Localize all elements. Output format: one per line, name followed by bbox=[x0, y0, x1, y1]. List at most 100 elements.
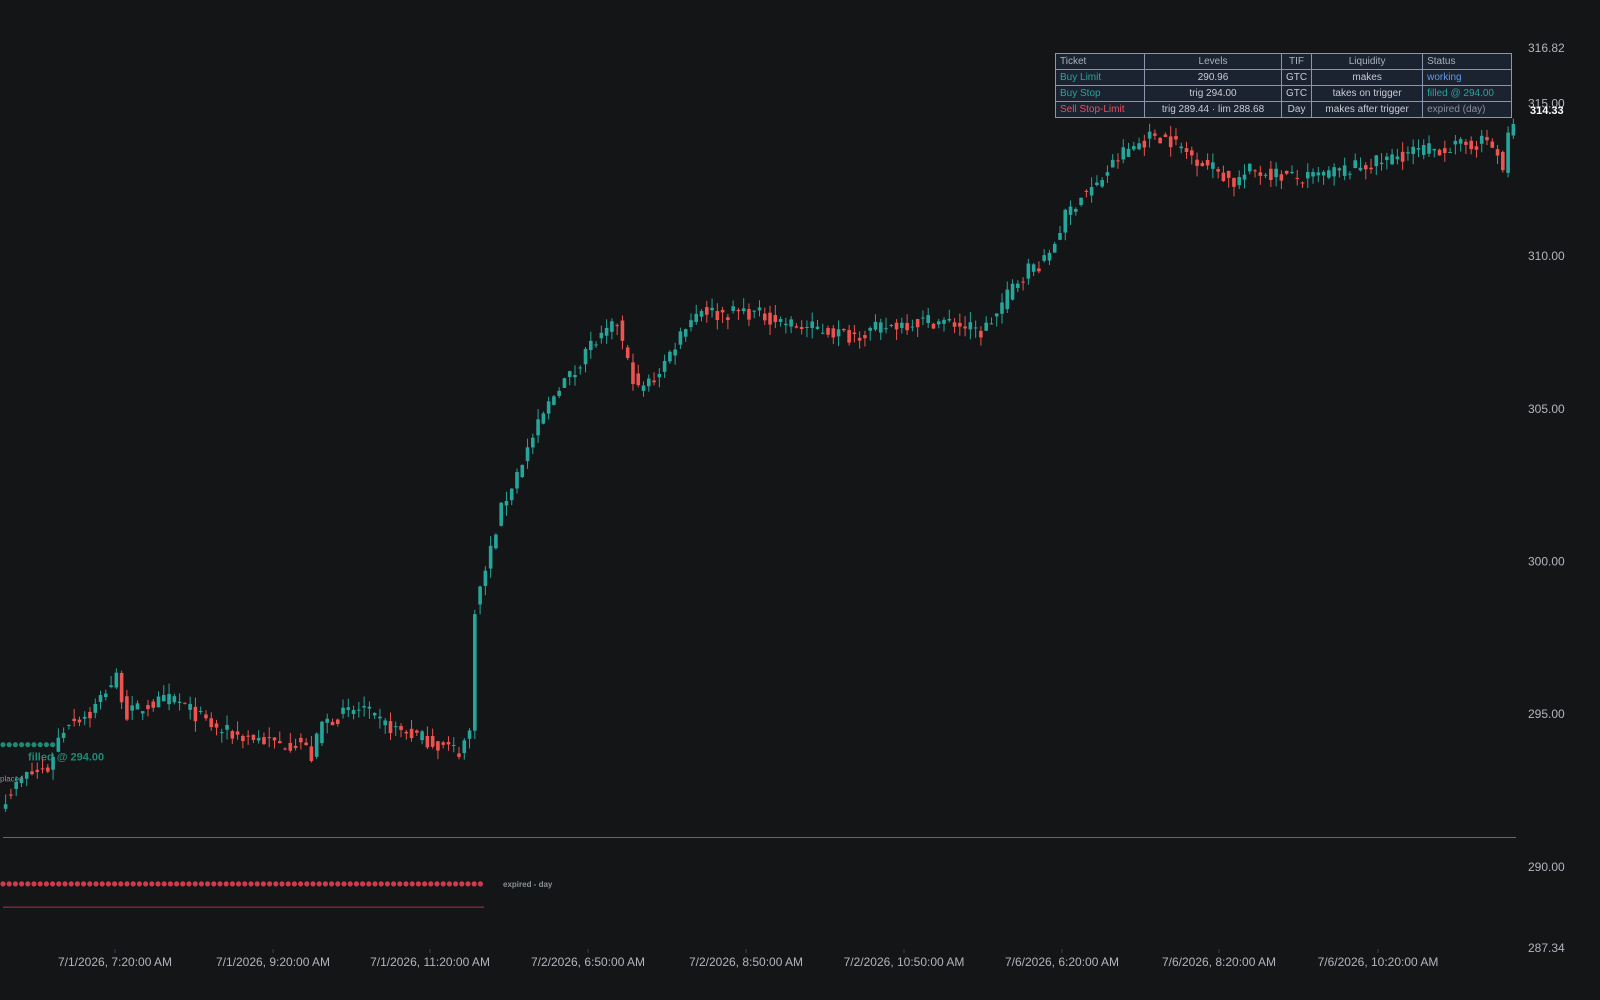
table-row[interactable]: Buy Limit 290.96 GTC makes working bbox=[1055, 69, 1513, 86]
candle-body bbox=[852, 332, 857, 335]
candle bbox=[1095, 175, 1099, 187]
candle-body bbox=[9, 794, 13, 796]
candle bbox=[720, 306, 725, 324]
candle bbox=[1363, 162, 1368, 180]
x-tick-label: 7/6/2026, 10:20:00 AM bbox=[1318, 955, 1439, 969]
candle bbox=[578, 365, 583, 375]
candle-body bbox=[1010, 283, 1015, 300]
candle bbox=[1305, 163, 1310, 189]
candle-body bbox=[1168, 136, 1173, 148]
candle-body bbox=[752, 310, 757, 312]
candle-body bbox=[1205, 159, 1210, 166]
sell-stop-limit-dot bbox=[440, 881, 446, 887]
buy-stop-dot bbox=[37, 742, 43, 748]
candle-body bbox=[1453, 140, 1458, 145]
candle-body bbox=[483, 570, 488, 587]
candle-body bbox=[109, 685, 113, 688]
candle-body bbox=[1242, 174, 1247, 180]
candle-body bbox=[1216, 169, 1220, 172]
candle-body bbox=[56, 737, 61, 752]
candle-body bbox=[657, 373, 662, 378]
candle-body bbox=[847, 329, 851, 343]
candle bbox=[1063, 208, 1068, 241]
candle-body bbox=[805, 326, 809, 328]
buy-stop-dot bbox=[50, 742, 56, 748]
candle bbox=[794, 323, 799, 329]
candle bbox=[177, 693, 182, 711]
candle-body bbox=[1174, 136, 1178, 140]
candle bbox=[35, 762, 40, 779]
candle bbox=[478, 585, 482, 615]
candle-body bbox=[436, 741, 440, 751]
candle bbox=[251, 734, 256, 744]
candle bbox=[351, 705, 356, 720]
sell-stop-limit-dot bbox=[471, 881, 477, 887]
candle bbox=[1400, 142, 1405, 170]
candle-body bbox=[1142, 140, 1147, 148]
candle-body bbox=[1511, 124, 1516, 136]
candle bbox=[1142, 134, 1147, 157]
sell-stop-limit-dot bbox=[211, 881, 217, 887]
candle-body bbox=[1284, 170, 1289, 174]
candle-body bbox=[235, 731, 240, 735]
tif-cell: Day bbox=[1280, 101, 1313, 118]
candle bbox=[636, 364, 641, 388]
candle-body bbox=[1221, 172, 1226, 182]
candle bbox=[1105, 165, 1110, 183]
candle-body bbox=[225, 724, 229, 730]
candle-body bbox=[420, 731, 424, 741]
buy-stop-dot bbox=[25, 742, 31, 748]
sell-stop-limit-dot bbox=[205, 881, 211, 887]
candle bbox=[1237, 170, 1242, 189]
candle bbox=[473, 609, 477, 740]
candle-body bbox=[1421, 145, 1426, 155]
candle-body bbox=[151, 701, 156, 708]
candle-body bbox=[383, 720, 388, 726]
candle bbox=[114, 668, 119, 690]
buy-stop-fill-label: filled @ 294.00 bbox=[28, 752, 104, 764]
table-row[interactable]: Buy Stop trig 294.00 GTC takes on trigge… bbox=[1055, 85, 1513, 102]
candle-body bbox=[910, 326, 915, 328]
candle-body bbox=[726, 317, 730, 321]
sell-stop-limit-dot bbox=[291, 881, 297, 887]
candle-body bbox=[1464, 141, 1468, 145]
candle bbox=[341, 699, 345, 719]
candle-body bbox=[741, 308, 746, 312]
sell-stop-limit-dot bbox=[198, 881, 204, 887]
sell-stop-limit-dot bbox=[409, 881, 415, 887]
candle bbox=[188, 696, 192, 720]
candle-body bbox=[125, 696, 129, 720]
candle bbox=[573, 365, 577, 386]
candle-body bbox=[409, 728, 414, 739]
x-tick-label: 7/6/2026, 6:20:00 AM bbox=[1005, 955, 1119, 969]
candle-body bbox=[288, 742, 293, 751]
candle bbox=[847, 324, 851, 346]
candle-body bbox=[177, 701, 182, 703]
candle-body bbox=[462, 740, 467, 754]
sell-stop-limit-dot bbox=[50, 881, 56, 887]
candle bbox=[752, 310, 757, 319]
candle bbox=[567, 370, 572, 386]
price-chart[interactable]: filled @ 294.00placedexpired - day 316.8… bbox=[0, 0, 1600, 1000]
table-row[interactable]: Sell Stop-Limit trig 289.44 · lim 288.68… bbox=[1055, 101, 1513, 118]
candle bbox=[515, 468, 519, 494]
candle-body bbox=[1458, 139, 1463, 144]
candle bbox=[689, 313, 693, 332]
x-tick-label: 7/1/2026, 7:20:00 AM bbox=[58, 955, 172, 969]
candle bbox=[1242, 164, 1247, 189]
candle bbox=[1258, 165, 1263, 185]
candle bbox=[504, 491, 509, 516]
candle-body bbox=[1131, 146, 1136, 150]
candle bbox=[678, 327, 683, 349]
candle bbox=[262, 732, 266, 745]
candle bbox=[1021, 277, 1025, 291]
candle-body bbox=[715, 311, 720, 321]
candle-body bbox=[1337, 168, 1342, 171]
candle-body bbox=[1327, 170, 1331, 178]
candle bbox=[531, 433, 535, 455]
candle bbox=[594, 341, 598, 348]
y-tick-label: 290.00 bbox=[1528, 860, 1565, 874]
sell-stop-limit-dot bbox=[19, 881, 25, 887]
candle bbox=[1047, 249, 1052, 266]
candle-body bbox=[810, 321, 815, 328]
